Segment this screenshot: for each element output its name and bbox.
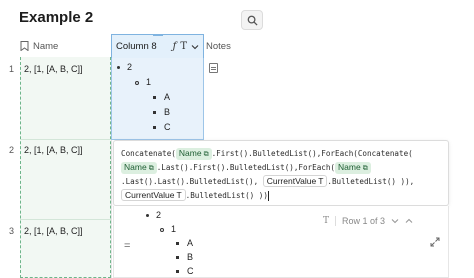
list-item: 1 — [135, 77, 151, 87]
column-header-name-label: Name — [33, 40, 59, 52]
list-item: A — [176, 238, 193, 248]
expand-icon[interactable] — [430, 237, 440, 247]
name-column-chip[interactable]: Name ⧉ — [121, 162, 157, 174]
column-header-col8-label: Column 8 — [116, 41, 157, 52]
current-value-chip[interactable]: CurrentValue T — [262, 175, 328, 187]
search-icon — [247, 15, 258, 26]
row-number: 2 — [9, 145, 15, 155]
preview-toolbar: T Row 1 of 3 — [323, 216, 413, 226]
chevron-down-icon[interactable] — [191, 44, 199, 50]
search-button[interactable] — [241, 10, 263, 30]
list-item: A — [153, 92, 170, 102]
column-header-name[interactable]: Name — [20, 35, 111, 57]
row-number: 1 — [9, 64, 15, 74]
name-cell[interactable]: 2, [1, [A, B, C]] — [24, 145, 83, 155]
current-value-chip[interactable]: CurrentValue T — [121, 189, 186, 201]
list-item: C — [176, 266, 194, 276]
row-divider — [20, 219, 111, 220]
column-selected-indicator — [153, 34, 163, 36]
name-column-chip[interactable]: Name ⧉ — [335, 162, 371, 174]
text-caret — [267, 191, 269, 201]
notes-icon[interactable] — [209, 63, 218, 73]
name-column-chip[interactable]: Name ⧉ — [175, 148, 212, 160]
name-cell[interactable]: 2, [1, [A, B, C]] — [24, 64, 83, 74]
list-item: B — [153, 107, 170, 117]
column-header-col8[interactable]: Column 8 ƒ T — [111, 34, 204, 58]
equals-sign: = — [124, 240, 131, 252]
chevron-down-icon[interactable] — [391, 218, 399, 224]
text-type-icon: T — [323, 216, 330, 226]
list-item: 2 — [117, 62, 132, 72]
name-cell[interactable]: 2, [1, [A, B, C]] — [24, 226, 83, 236]
text-type-icon[interactable]: T — [180, 41, 187, 52]
list-item: C — [153, 122, 171, 132]
function-icon[interactable]: ƒ — [173, 41, 177, 52]
page-title: Example 2 — [19, 9, 94, 26]
column-header-notes[interactable]: Notes — [206, 35, 256, 57]
list-item: B — [176, 252, 193, 262]
row-indicator: Row 1 of 3 — [342, 216, 386, 226]
bookmark-icon — [20, 41, 29, 51]
row-number: 3 — [9, 226, 15, 236]
chevron-up-icon[interactable] — [405, 218, 413, 224]
name-column-selection — [20, 57, 111, 278]
list-item: 1 — [160, 224, 176, 234]
row-divider — [20, 139, 111, 140]
list-item: 2 — [146, 210, 161, 220]
formula-editor[interactable]: Concatenate(Name ⧉ .First().BulletedList()… — [113, 140, 449, 206]
